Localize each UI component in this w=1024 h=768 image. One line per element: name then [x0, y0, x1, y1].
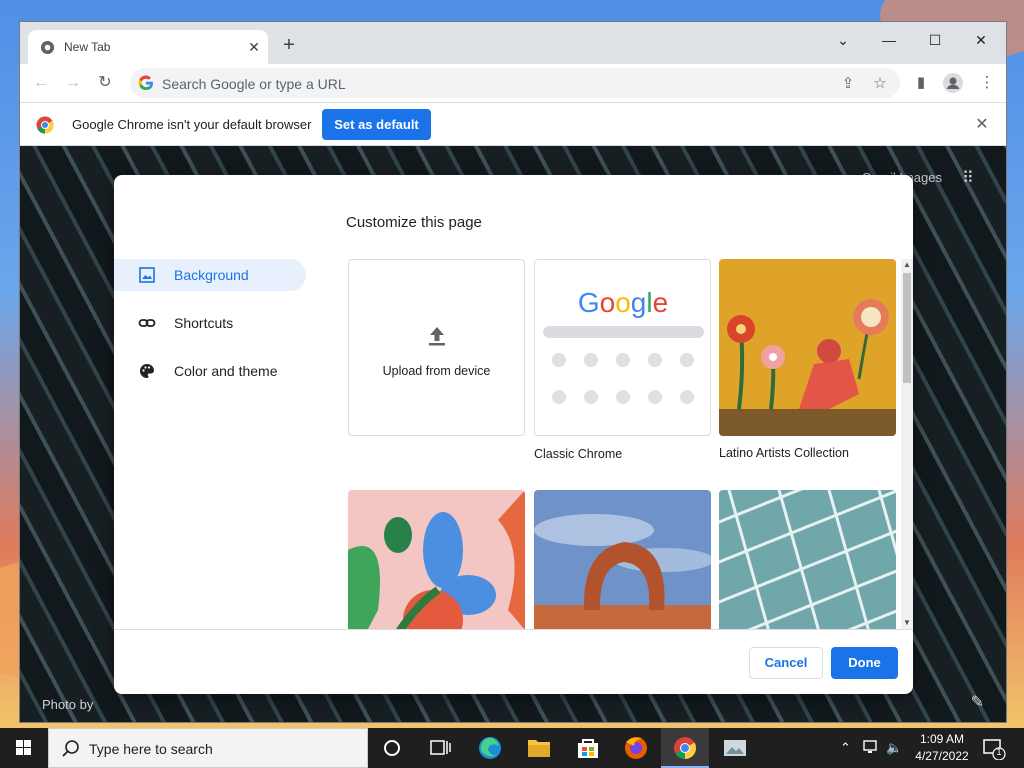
upload-label: Upload from device — [382, 364, 491, 378]
taskbar: Type here to search ⌃ 🔈 1:09 AM 4/27/202… — [0, 728, 1024, 768]
volume-icon[interactable]: 🔈 — [886, 740, 902, 756]
latino-artists-tile[interactable] — [719, 259, 896, 436]
menu-label-shortcuts: Shortcuts — [174, 315, 234, 331]
classic-chrome-preview: Google — [543, 287, 704, 404]
google-g-icon — [138, 75, 153, 91]
tab-title: New Tab — [64, 40, 111, 54]
taskbar-store[interactable] — [564, 728, 612, 768]
folder-icon — [528, 740, 550, 757]
toolbar: ← → ↻ Search Google or type a URL ⇪ ☆ ▮ … — [20, 64, 1006, 102]
search-icon — [62, 740, 79, 757]
dialog-footer: Cancel Done — [114, 629, 913, 694]
omnibox[interactable]: Search Google or type a URL ⇪ ☆ — [130, 68, 900, 98]
back-button[interactable]: ← — [28, 70, 54, 96]
classic-chrome-label: Classic Chrome — [534, 447, 623, 461]
classic-chrome-tile[interactable]: Google — [534, 259, 711, 436]
chrome-taskbar-icon — [674, 737, 696, 759]
tab-search-chevron-icon[interactable]: ⌄ — [820, 26, 866, 54]
background-grid: Upload from device Google Classic Chrome… — [348, 259, 908, 629]
start-button[interactable] — [0, 728, 48, 768]
taskbar-time[interactable]: 1:09 AM — [912, 732, 972, 746]
image-icon — [139, 267, 155, 283]
notification-icon — [983, 739, 1006, 761]
google-logo-text: Google — [578, 287, 668, 318]
infobar-message: Google Chrome isn't your default browser — [72, 117, 312, 132]
network-icon[interactable] — [862, 739, 880, 755]
done-button[interactable]: Done — [831, 647, 898, 679]
chrome-logo-icon — [36, 116, 54, 134]
menu-item-color-theme[interactable]: Color and theme — [114, 355, 306, 387]
close-window-button[interactable]: ✕ — [958, 26, 1004, 54]
profile-icon — [943, 73, 963, 93]
taskbar-photos[interactable] — [711, 728, 759, 768]
arch-landscape-tile[interactable] — [534, 490, 711, 629]
infobar-close-icon[interactable]: ✕ — [972, 115, 992, 135]
dialog-title: Customize this page — [346, 214, 482, 231]
palette-icon — [140, 364, 154, 378]
cortana-button[interactable] — [368, 728, 416, 768]
share-icon[interactable]: ⇪ — [838, 74, 858, 94]
taskbar-date[interactable]: 4/27/2022 — [908, 749, 976, 763]
tab-close-icon[interactable]: ✕ — [244, 37, 264, 57]
edge-icon — [479, 737, 501, 759]
taskbar-search-placeholder: Type here to search — [89, 741, 213, 757]
action-center-button[interactable]: 1 — [982, 738, 1006, 761]
upload-tile[interactable]: Upload from device — [348, 259, 525, 436]
minimize-button[interactable]: — — [866, 26, 912, 54]
taskbar-search-box[interactable]: Type here to search — [48, 728, 368, 768]
latino-artists-label: Latino Artists Collection — [719, 446, 849, 460]
link-icon — [138, 319, 156, 327]
cortana-circle-icon — [384, 740, 400, 756]
taskbar-file-explorer[interactable] — [515, 728, 563, 768]
profile-avatar[interactable] — [942, 72, 964, 94]
apps-grid-icon[interactable]: ⠿ — [962, 168, 982, 188]
cancel-button[interactable]: Cancel — [749, 647, 823, 679]
menu-label-color-theme: Color and theme — [174, 363, 278, 379]
menu-label-background: Background — [174, 267, 249, 283]
upload-icon — [429, 327, 445, 346]
chrome-favicon-icon — [40, 40, 55, 55]
set-as-default-button[interactable]: Set as default — [322, 109, 431, 140]
scroll-up-arrow-icon[interactable]: ▲ — [901, 259, 913, 271]
customize-dialog: Customize this page Background Shortcuts… — [114, 175, 913, 694]
taskbar-chrome[interactable] — [661, 728, 709, 768]
arch-landscape-thumbnail — [534, 490, 711, 629]
new-tab-button[interactable]: + — [278, 34, 300, 56]
floral-art-thumbnail — [348, 490, 525, 629]
maximize-button[interactable]: ☐ — [912, 26, 958, 54]
task-view-button[interactable] — [416, 728, 464, 768]
show-hidden-icons-chevron-icon[interactable]: ⌃ — [840, 740, 851, 756]
photo-credit-link[interactable]: Photo by — [42, 697, 93, 712]
latino-artists-thumbnail — [719, 259, 896, 436]
grid-scrollbar[interactable]: ▲ ▼ — [901, 259, 913, 629]
tab-new-tab[interactable]: New Tab ✕ — [28, 30, 268, 64]
glass-building-thumbnail — [719, 490, 896, 629]
forward-button[interactable]: → — [60, 70, 86, 96]
scroll-down-arrow-icon[interactable]: ▼ — [901, 617, 913, 629]
bookmark-star-icon[interactable]: ☆ — [870, 74, 890, 94]
menu-kebab-icon[interactable]: ⋮ — [976, 72, 998, 94]
scroll-thumb[interactable] — [903, 273, 911, 383]
menu-item-background[interactable]: Background — [114, 259, 306, 291]
default-browser-infobar: Google Chrome isn't your default browser… — [20, 102, 1006, 146]
omnibox-placeholder: Search Google or type a URL — [162, 76, 346, 92]
menu-item-shortcuts[interactable]: Shortcuts — [114, 307, 306, 339]
taskbar-edge[interactable] — [466, 728, 514, 768]
customize-pencil-icon[interactable]: ✎ — [971, 692, 984, 712]
taskbar-firefox[interactable] — [612, 728, 660, 768]
floral-art-tile[interactable] — [348, 490, 525, 629]
firefox-icon — [625, 737, 647, 759]
tab-strip: New Tab ✕ + ⌄ — ☐ ✕ — [20, 22, 1006, 64]
store-bag-icon — [578, 739, 598, 758]
task-view-icon — [430, 740, 451, 755]
reload-button[interactable]: ↻ — [92, 70, 118, 96]
glass-building-tile[interactable] — [719, 490, 896, 629]
photos-app-icon — [724, 740, 746, 756]
side-panel-icon[interactable]: ▮ — [910, 72, 932, 94]
chrome-window: New Tab ✕ + ⌄ — ☐ ✕ ← → ↻ Search Google … — [19, 21, 1007, 723]
windows-logo-icon — [16, 740, 31, 755]
notification-count: 1 — [996, 747, 1002, 757]
